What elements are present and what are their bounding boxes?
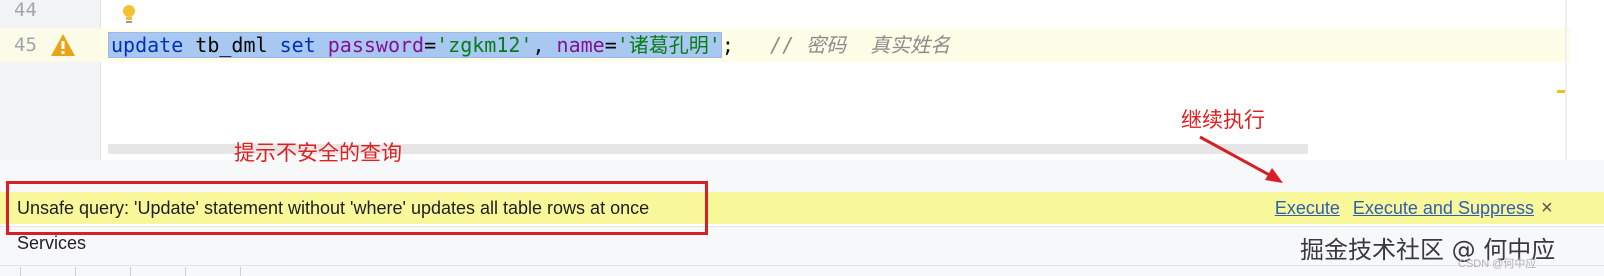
banner-actions: Execute Execute and Suppress [1267,192,1534,224]
line-number: 44 [14,0,37,21]
annotation-red-box [6,181,708,235]
lightbulb-icon[interactable] [120,3,138,25]
equals: = [604,33,617,57]
line-number: 45 [14,34,37,56]
comment-text: 密码 真实姓名 [806,33,951,57]
string-name: '诸葛孔明' [616,33,721,57]
execute-and-suppress-link[interactable]: Execute and Suppress [1353,198,1534,218]
services-tab[interactable]: Services [17,233,86,254]
comma: , [532,33,557,57]
watermark-sub: CSDN @何中应 [1458,258,1537,270]
services-divider [0,265,1604,266]
semicolon: ; [721,33,734,57]
close-icon[interactable]: × [1541,192,1553,224]
column-password: password [327,33,425,57]
table-name: tb_dml [183,33,280,57]
gutter-divider [100,0,101,160]
warning-stripe-marker[interactable] [1557,90,1565,93]
editor-right-edge [1565,0,1567,160]
code-editor[interactable]: 44 45 update tb_dml set password='zgkm12… [0,0,1604,160]
selection-highlight: update tb_dml set password='zgkm12', nam… [108,32,722,58]
equals: = [424,33,437,57]
execute-link[interactable]: Execute [1275,198,1340,218]
column-name: name [556,33,605,57]
annotation-unsafe-hint: 提示不安全的查询 [234,142,402,165]
annotation-continue-execute: 继续执行 [1181,109,1265,132]
warning-icon[interactable] [50,33,76,57]
string-password: 'zgkm12' [436,33,533,57]
sql-statement[interactable]: update tb_dml set password='zgkm12', nam… [108,28,950,62]
comment-slashes: // [733,33,807,57]
keyword-set: set [279,33,316,57]
annotation-arrow-icon [1199,135,1283,183]
keyword-update: update [111,33,184,57]
